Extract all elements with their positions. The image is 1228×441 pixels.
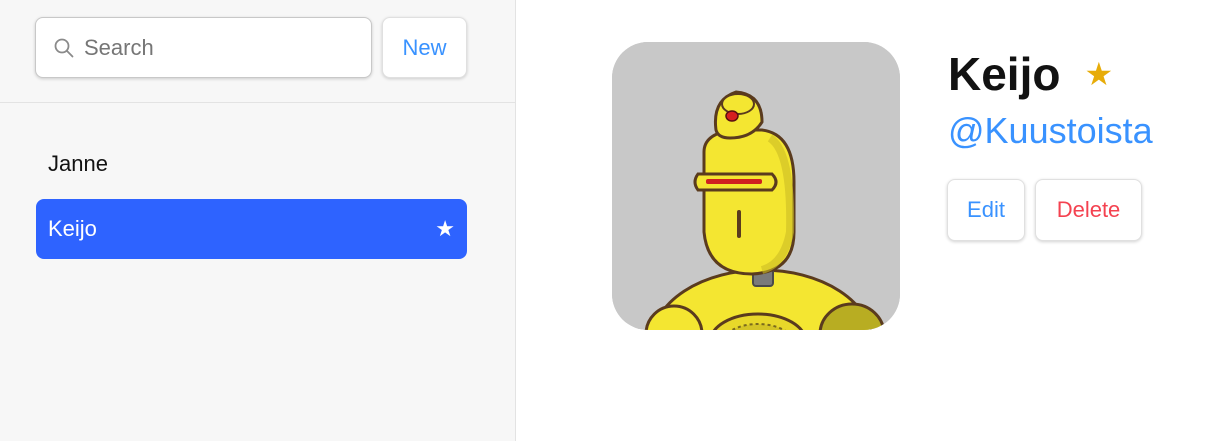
search-icon — [54, 38, 74, 58]
new-contact-button[interactable]: New — [382, 17, 467, 78]
contact-list: Janne Keijo ★ — [36, 134, 467, 264]
search-box[interactable] — [35, 17, 372, 78]
twitter-link[interactable]: @Kuustoista — [948, 110, 1153, 152]
favorite-star-icon[interactable]: ★ — [1084, 55, 1113, 93]
contact-avatar — [612, 42, 900, 330]
app: New Janne Keijo ★ — [0, 0, 1228, 441]
delete-button[interactable]: Delete — [1035, 179, 1142, 241]
contact-item-label: Janne — [48, 151, 108, 176]
contact-detail: Keijo ★ @Kuustoista Edit Delete — [516, 0, 1228, 441]
robot-avatar-image — [612, 42, 900, 330]
search-input[interactable] — [84, 27, 354, 68]
sidebar-header: New — [0, 0, 515, 103]
contact-item-label: Keijo — [48, 216, 97, 241]
sidebar: New Janne Keijo ★ — [0, 0, 516, 441]
contact-item-janne[interactable]: Janne — [36, 134, 467, 194]
contact-name: Keijo ★ — [948, 47, 1113, 101]
favorite-star-icon: ★ — [435, 216, 455, 241]
contact-item-keijo[interactable]: Keijo ★ — [36, 199, 467, 259]
edit-button[interactable]: Edit — [947, 179, 1025, 241]
contact-name-text: Keijo — [948, 48, 1061, 100]
